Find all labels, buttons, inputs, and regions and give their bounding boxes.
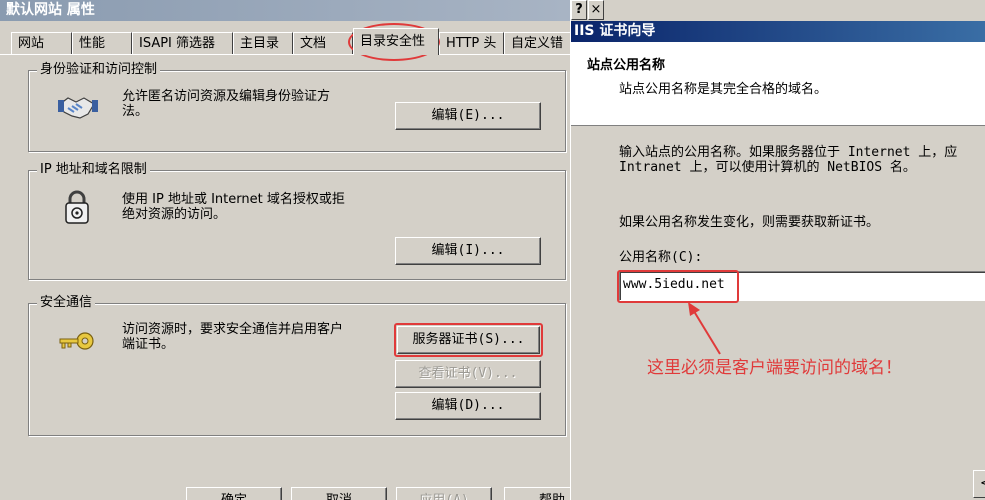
wizard-header: 站点公用名称 站点公用名称是其完全合格的域名。 [571,42,985,126]
common-name-input[interactable]: www.5iedu.net [619,271,985,301]
auth-group-title: 身份验证和访问控制 [37,62,161,78]
tab-home-directory[interactable]: 主目录 [233,32,293,54]
wizard-header-subtitle: 站点公用名称是其完全合格的域名。 [619,82,828,97]
cancel-button[interactable]: 取消 [291,487,387,500]
wizard-instruction-line1: 输入站点的公用名称。如果服务器位于 Internet 上，应 [619,145,958,160]
tab-sheet-edge [0,54,570,55]
back-button[interactable]: < [973,470,985,498]
ok-button[interactable]: 确定 [186,487,282,500]
apply-button[interactable]: 应用(A) [396,487,492,500]
help-icon[interactable]: ? [571,0,587,20]
padlock-icon [65,190,89,224]
tab-performance[interactable]: 性能 [72,32,132,54]
tab-http-headers[interactable]: HTTP 头 [439,32,504,54]
ip-group-title: IP 地址和域名限制 [37,162,150,178]
help-button[interactable]: 帮助 [504,487,570,500]
tab-strip: 网站 性能 ISAPI 筛选器 主目录 文档 目录安全性 HTTP 头 自定义错 [0,28,570,55]
tab-documents[interactable]: 文档 [293,32,353,54]
key-icon [59,332,94,350]
window-title-bar[interactable]: 默认网站 属性 [0,0,570,21]
view-certificate-button[interactable]: 查看证书(V)... [395,360,541,388]
close-icon[interactable]: × [588,0,604,20]
iis-properties-window: 默认网站 属性 网站 性能 ISAPI 筛选器 主目录 文档 目录安全性 HTT… [0,0,570,500]
iis-certificate-wizard: ? × IIS 证书向导 站点公用名称 站点公用名称是其完全合格的域名。 输入站… [570,0,985,500]
server-certificate-button[interactable]: 服务器证书(S)... [397,326,540,354]
wizard-instruction-line2: Intranet 上，可以使用计算机的 NetBIOS 名。 [619,160,916,175]
tab-custom-errors[interactable]: 自定义错 [504,32,570,54]
annotation-arrow-icon [688,302,721,355]
auth-description: 允许匿名访问资源及编辑身份验证方 法。 [122,89,331,119]
secure-description: 访问资源时，要求安全通信并启用客户 端证书。 [122,322,344,352]
secure-edit-button[interactable]: 编辑(D)... [395,392,541,420]
tab-website[interactable]: 网站 [11,32,72,54]
auth-edit-button[interactable]: 编辑(E)... [395,102,541,130]
ip-description: 使用 IP 地址或 Internet 域名授权或拒 绝对资源的访问。 [122,192,345,222]
wizard-header-title: 站点公用名称 [587,58,666,73]
handshake-icon [58,97,98,119]
ip-edit-button[interactable]: 编辑(I)... [395,237,541,265]
wizard-instruction-line3: 如果公用名称发生变化，则需要获取新证书。 [619,215,880,230]
tab-directory-security[interactable]: 目录安全性 [353,28,439,55]
common-name-label: 公用名称(C): [619,250,703,265]
wizard-title: IIS 证书向导 [574,23,656,39]
secure-group-title: 安全通信 [37,295,96,311]
tab-isapi-filters[interactable]: ISAPI 筛选器 [132,32,233,54]
annotation-text: 这里必须是客户端要访问的域名！ [647,358,902,378]
wizard-title-bar[interactable]: IIS 证书向导 [571,21,985,42]
window-title: 默认网站 属性 [6,2,95,18]
